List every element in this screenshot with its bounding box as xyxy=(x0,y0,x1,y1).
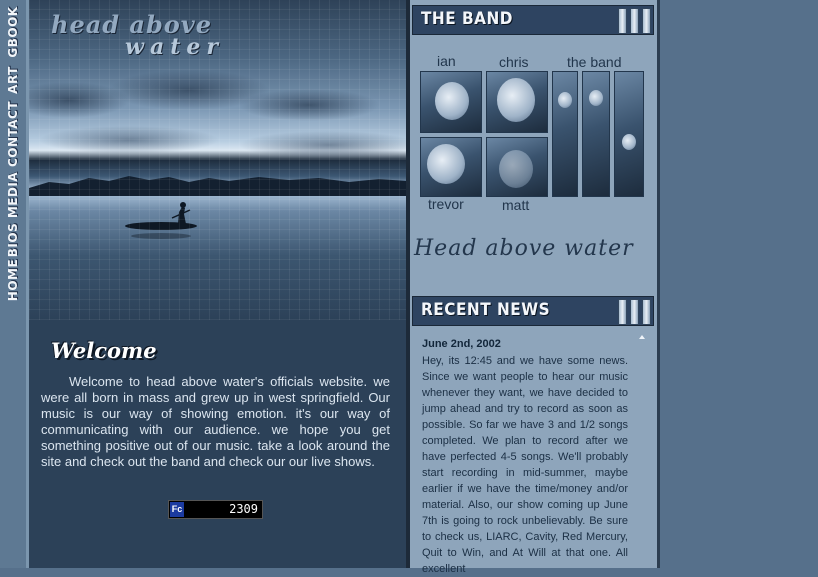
photo-trevor[interactable] xyxy=(420,137,482,197)
nav-art-label: ART xyxy=(6,66,20,94)
photo-ian[interactable] xyxy=(420,71,482,133)
hit-counter[interactable]: Fc 2309 xyxy=(168,500,263,519)
the-band-header: THE BAND xyxy=(412,5,654,35)
nav-gbook-label: GBOOK xyxy=(6,6,20,58)
label-chris: chris xyxy=(499,54,529,70)
main-panel: head above water Welcome Welcome to head… xyxy=(29,0,406,568)
page-background-right xyxy=(660,0,818,568)
counter-badge-icon: Fc xyxy=(170,502,184,517)
vertical-nav: GBOOK ART CONTACT MEDIA BIOS HOME xyxy=(0,0,27,568)
welcome-text: Welcome to head above water's officials … xyxy=(41,374,390,469)
news-date: June 2nd, 2002 xyxy=(422,338,501,350)
photo-band-3[interactable] xyxy=(614,71,644,197)
news-scroll-up-icon[interactable] xyxy=(639,335,645,339)
nav-home-label: HOME xyxy=(6,258,20,302)
news-body: Hey, its 12:45 and we have some news. Si… xyxy=(422,355,628,575)
label-the-band: the band xyxy=(567,54,622,70)
recent-news-header: RECENT NEWS xyxy=(412,296,654,326)
label-matt: matt xyxy=(502,197,530,213)
nav-bios-label: BIOS xyxy=(6,222,20,258)
nav-media-label: MEDIA xyxy=(6,171,20,219)
nav-gbook-link[interactable]: GBOOK xyxy=(0,4,26,60)
nav-media-link[interactable]: MEDIA xyxy=(0,170,26,220)
welcome-heading: Welcome xyxy=(51,338,157,363)
header-bars-decoration xyxy=(615,8,651,34)
nav-contact-label: CONTACT xyxy=(6,100,20,168)
nav-home-link[interactable]: HOME xyxy=(0,258,26,302)
nav-art-link[interactable]: ART xyxy=(0,62,26,98)
the-band-title: THE BAND xyxy=(421,9,513,29)
nav-bios-link[interactable]: BIOS xyxy=(0,222,26,258)
header-bars-decoration xyxy=(615,299,651,325)
recent-news-title: RECENT NEWS xyxy=(421,300,551,320)
lake-hero-image: head above water xyxy=(29,0,406,320)
label-trevor: trevor xyxy=(428,196,464,212)
photo-matt[interactable] xyxy=(486,137,548,197)
counter-value: 2309 xyxy=(229,502,258,516)
label-ian: ian xyxy=(437,53,456,69)
right-column: THE BAND ian chris the band trevor matt … xyxy=(410,0,658,575)
site-logo-line2: water xyxy=(125,34,224,60)
photo-band-2[interactable] xyxy=(582,71,610,197)
photo-chris[interactable] xyxy=(486,71,548,133)
nav-contact-link[interactable]: CONTACT xyxy=(0,100,26,168)
handwritten-band-logo: Head above water xyxy=(414,236,634,261)
photo-band-1[interactable] xyxy=(552,71,578,197)
